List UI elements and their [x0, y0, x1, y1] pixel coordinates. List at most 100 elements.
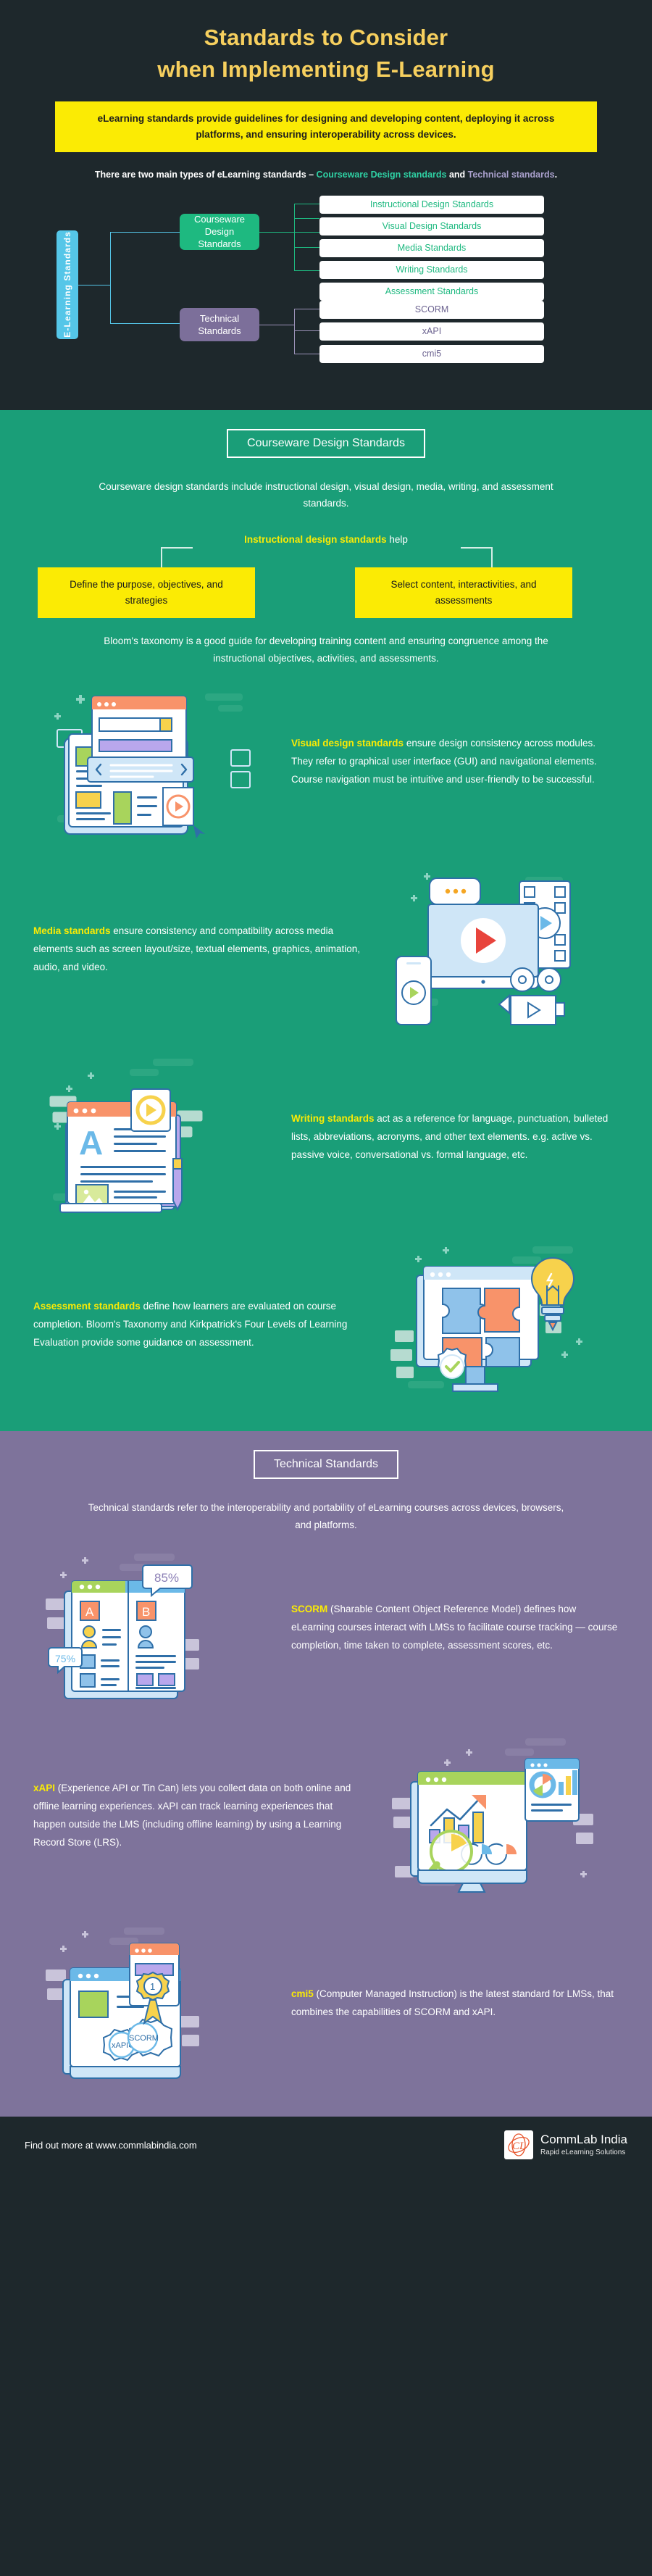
courseware-section-intro: Courseware design standards include inst… [99, 480, 553, 509]
feature-writing-copy: Writing standards act as a reference for… [291, 1109, 619, 1164]
gear-scorm-label: SCORM [129, 2034, 159, 2043]
media-devices-illustration [380, 871, 619, 1027]
scorm-card-a-label: A [85, 1605, 94, 1619]
infographic-page: Standards to Consider when Implementing … [0, 0, 652, 2174]
wire-technical-spine [294, 308, 295, 354]
feature-media-bold: Media standards [33, 925, 111, 936]
wire-leaf-4 [294, 246, 319, 248]
feature-cmi5-copy: cmi5 (Computer Managed Instruction) is t… [291, 1985, 619, 2021]
feature-scorm: A B 85% 75% SCORM (Sharable Content Obje… [0, 1533, 652, 1721]
wire-leaf-2 [294, 217, 319, 219]
feature-writing-bold: Writing standards [291, 1112, 375, 1124]
wire-to-technical [110, 322, 180, 324]
feature-cmi5-bold: cmi5 [291, 1988, 314, 1999]
scorm-card-b-label: B [142, 1605, 150, 1619]
feature-media-copy: Media standards ensure consistency and c… [33, 922, 361, 976]
document-typography-icon: A [49, 1059, 203, 1214]
wire-leaf-5 [294, 270, 319, 271]
feature-media: Media standards ensure consistency and c… [0, 855, 652, 1043]
tree-leaf-cmi5: cmi5 [319, 344, 544, 363]
feature-xapi-copy: xAPI (Experience API or Tin Can) lets yo… [33, 1779, 361, 1851]
feature-scorm-bold: SCORM [291, 1604, 328, 1615]
types-technical-label: Technical standards [467, 169, 555, 180]
standards-tree-diagram: E-Learning Standards Courseware Design S… [29, 194, 623, 375]
report-cards-icon: A B 85% 75% [46, 1554, 199, 1700]
ids-card-select-content: Select content, interactivities, and ass… [355, 567, 572, 618]
bloom-taxonomy-note: Bloom's taxonomy is a good guide for dev… [104, 635, 548, 664]
footer: Find out more at www.commlabindia.com CL… [0, 2117, 652, 2174]
scorm-badge-85-label: 85% [154, 1571, 179, 1585]
brand-name: CommLab India [540, 2133, 627, 2147]
page-title-line2: when Implementing E-Learning [157, 57, 495, 83]
ids-label-bold: Instructional design standards [244, 534, 387, 545]
browser-slides-icon [54, 693, 251, 839]
types-line: There are two main types of eLearning st… [29, 170, 623, 180]
tree-root-label: E-Learning Standards [62, 231, 72, 338]
tree-leaf-assessment-standards: Assessment Standards [319, 282, 544, 301]
brand-lockup: CL CommLab India Rapid eLearning Solutio… [503, 2130, 627, 2160]
wire-courseware-stem [259, 231, 294, 233]
feature-xapi-text: (Experience API or Tin Can) lets you col… [33, 1782, 351, 1848]
footer-url-text[interactable]: Find out more at www.commlabindia.com [25, 2140, 197, 2151]
puzzle-lightbulb-icon [390, 1246, 582, 1393]
feature-assessment-bold: Assessment standards [33, 1300, 141, 1312]
scorm-badge-75-label: 75% [55, 1653, 75, 1664]
medal-rank-label: 1 [150, 1981, 155, 1992]
wire-to-courseware [110, 231, 180, 233]
ids-card-define-purpose: Define the purpose, objectives, and stra… [38, 567, 255, 618]
tree-leaf-scorm: SCORM [319, 300, 544, 319]
feature-xapi-bold: xAPI [33, 1782, 56, 1793]
page-title: Standards to Consider when Implementing … [29, 22, 623, 86]
types-and: and [446, 169, 468, 180]
tree-branch-courseware-design-standards: Courseware Design Standards [180, 213, 259, 250]
feature-scorm-text: (Sharable Content Object Reference Model… [291, 1604, 618, 1651]
svg-text:A: A [79, 1124, 103, 1162]
types-prefix: There are two main types of eLearning st… [94, 169, 317, 180]
document-typography-illustration: A [33, 1059, 272, 1214]
ids-label-rest: help [386, 534, 408, 545]
technical-section-intro: Technical standards refer to the interop… [88, 1502, 564, 1530]
wire-tleaf-2 [294, 330, 319, 331]
feature-xapi: xAPI (Experience API or Tin Can) lets yo… [0, 1721, 652, 1909]
feature-assessment: Assessment standards define how learners… [0, 1230, 652, 1418]
bracket-left-arm [161, 547, 193, 549]
gears-badge-illustration: xAPI SCORM 1 [33, 1925, 272, 2080]
browser-slides-illustration [33, 683, 272, 839]
commlab-logo-icon: CL [503, 2130, 533, 2160]
bracket-left-drop [161, 547, 162, 567]
gears-badge-icon: xAPI SCORM 1 [46, 1927, 199, 2080]
analytics-dashboard-icon [392, 1738, 593, 1893]
feature-cmi5-text: (Computer Managed Instruction) is the la… [291, 1988, 614, 2017]
technical-section-title: Technical Standards [253, 1450, 399, 1480]
media-devices-icon [396, 873, 571, 1026]
puzzle-lightbulb-illustration [380, 1246, 619, 1402]
cl-monogram-label: CL [512, 2141, 525, 2152]
tree-branch-technical-standards: Technical Standards [180, 307, 259, 341]
report-cards-illustration: A B 85% 75% [33, 1549, 272, 1705]
analytics-dashboard-illustration [380, 1737, 619, 1893]
tree-leaf-xapi: xAPI [319, 322, 544, 341]
wire-leaf-3 [294, 231, 319, 233]
ids-label: Instructional design standards help [0, 534, 652, 545]
cl-monogram-icon: CL [508, 2133, 530, 2156]
tree-branch-courseware-line1: Courseware [193, 214, 246, 225]
types-courseware-label: Courseware Design standards [316, 169, 447, 180]
wire-root-spine [110, 231, 111, 323]
gear-xapi-label: xAPI [112, 2041, 128, 2050]
tree-branch-courseware-line2: Design Standards [198, 226, 241, 250]
tree-leaf-writing-standards: Writing Standards [319, 260, 544, 279]
instructional-design-standards-group: Instructional design standards help Defi… [0, 534, 652, 620]
tree-root-e-learning-standards: E-Learning Standards [57, 230, 78, 339]
feature-writing: A Writing standards act as a reference f… [0, 1043, 652, 1230]
wire-courseware-spine [294, 203, 295, 270]
tree-leaf-visual-design-standards: Visual Design Standards [319, 217, 544, 235]
bracket-right-arm [461, 547, 493, 549]
feature-visual-design-bold: Visual design standards [291, 737, 404, 749]
feature-visual-design-copy: Visual design standards ensure design co… [291, 734, 619, 788]
feature-visual-design: Visual design standards ensure design co… [0, 667, 652, 855]
courseware-design-standards-section: Courseware Design Standards Courseware d… [0, 409, 652, 1432]
feature-cmi5: xAPI SCORM 1 cmi5 (Computer Managed Inst… [0, 1909, 652, 2096]
feature-scorm-copy: SCORM (Sharable Content Object Reference… [291, 1600, 619, 1654]
bracket-right-drop [491, 547, 493, 567]
courseware-section-title: Courseware Design Standards [227, 428, 425, 458]
